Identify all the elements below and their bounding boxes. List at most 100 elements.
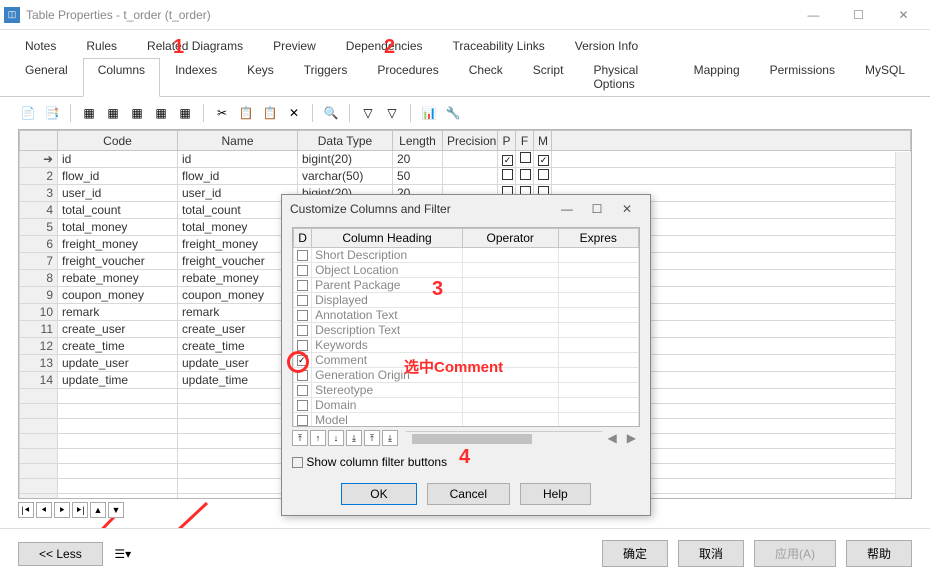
item-checkbox[interactable] xyxy=(297,385,308,396)
tab-procedures[interactable]: Procedures xyxy=(362,58,453,96)
dialog-help-button[interactable]: Help xyxy=(520,483,591,505)
scroll-left-icon[interactable]: ◀ xyxy=(604,431,621,445)
move-bottom-icon[interactable]: ⤓ xyxy=(346,430,362,446)
item-checkbox[interactable] xyxy=(297,325,308,336)
last-icon[interactable]: ⯈| xyxy=(72,502,88,518)
table-icon-5[interactable]: ▦ xyxy=(175,103,195,123)
down-icon[interactable]: ▼ xyxy=(108,502,124,518)
col-header[interactable]: Name xyxy=(178,131,298,151)
tab-version-info[interactable]: Version Info xyxy=(560,34,653,58)
dialog-maximize-icon[interactable]: ☐ xyxy=(582,202,612,216)
dlg-col-header[interactable]: Column Heading xyxy=(312,229,463,248)
list-item[interactable]: Short Description xyxy=(294,248,639,263)
item-checkbox[interactable] xyxy=(297,415,308,426)
col-header[interactable]: Data Type xyxy=(298,131,393,151)
ok-button[interactable]: 确定 xyxy=(602,540,668,567)
insert-icon[interactable]: 📑 xyxy=(42,103,62,123)
prev-icon[interactable]: ⯇ xyxy=(36,502,52,518)
list-item[interactable]: Parent Package xyxy=(294,278,639,293)
table-icon-4[interactable]: ▦ xyxy=(151,103,171,123)
tool-icon[interactable]: 🔧 xyxy=(443,103,463,123)
cut-icon[interactable]: ✂ xyxy=(212,103,232,123)
horizontal-scrollbar[interactable] xyxy=(406,431,602,445)
list-item[interactable]: Domain xyxy=(294,398,639,413)
col-header[interactable]: P xyxy=(498,131,516,151)
col-header[interactable]: Code xyxy=(58,131,178,151)
dialog-ok-button[interactable]: OK xyxy=(341,483,416,505)
item-checkbox[interactable] xyxy=(297,340,308,351)
move-up-icon[interactable]: ↑ xyxy=(310,430,326,446)
col-header[interactable]: Precision xyxy=(443,131,498,151)
show-filter-checkbox[interactable]: Show column filter buttons xyxy=(292,455,447,469)
move-bottom2-icon[interactable]: ⤓ xyxy=(382,430,398,446)
maximize-button[interactable]: ☐ xyxy=(836,0,881,30)
checkbox[interactable] xyxy=(502,155,513,166)
tab-rules[interactable]: Rules xyxy=(71,34,132,58)
item-checkbox[interactable] xyxy=(297,370,308,381)
minimize-button[interactable]: — xyxy=(791,0,836,30)
filter-icon[interactable]: ▽ xyxy=(358,103,378,123)
item-checkbox[interactable] xyxy=(297,265,308,276)
item-checkbox[interactable] xyxy=(297,355,308,366)
tab-notes[interactable]: Notes xyxy=(10,34,71,58)
excel-icon[interactable]: 📊 xyxy=(419,103,439,123)
tab-traceability-links[interactable]: Traceability Links xyxy=(438,34,560,58)
tab-columns[interactable]: Columns xyxy=(83,58,160,97)
item-checkbox[interactable] xyxy=(297,400,308,411)
copy-icon[interactable]: 📋 xyxy=(236,103,256,123)
first-icon[interactable]: |⯇ xyxy=(18,502,34,518)
find-icon[interactable]: 🔍 xyxy=(321,103,341,123)
tab-dependencies[interactable]: Dependencies xyxy=(331,34,438,58)
table-icon-1[interactable]: ▦ xyxy=(79,103,99,123)
close-button[interactable]: ✕ xyxy=(881,0,926,30)
col-header[interactable]: M xyxy=(534,131,552,151)
filter2-icon[interactable]: ▽ xyxy=(382,103,402,123)
scroll-right-icon[interactable]: ▶ xyxy=(623,431,640,445)
table-icon-2[interactable]: ▦ xyxy=(103,103,123,123)
list-item[interactable]: Description Text xyxy=(294,323,639,338)
move-top-icon[interactable]: ⤒ xyxy=(292,430,308,446)
menu-icon[interactable]: ☰▾ xyxy=(113,544,133,564)
table-icon-3[interactable]: ▦ xyxy=(127,103,147,123)
tab-general[interactable]: General xyxy=(10,58,83,96)
delete-icon[interactable]: ✕ xyxy=(284,103,304,123)
checkbox[interactable] xyxy=(538,169,549,180)
column-list[interactable]: DColumn HeadingOperatorExpres Short Desc… xyxy=(292,227,640,427)
list-item[interactable]: Stereotype xyxy=(294,383,639,398)
item-checkbox[interactable] xyxy=(297,310,308,321)
tab-triggers[interactable]: Triggers xyxy=(289,58,363,96)
list-item[interactable]: Keywords xyxy=(294,338,639,353)
item-checkbox[interactable] xyxy=(297,280,308,291)
dialog-minimize-icon[interactable]: — xyxy=(552,202,582,216)
next-icon[interactable]: ⯈ xyxy=(54,502,70,518)
dlg-col-header[interactable]: Operator xyxy=(462,229,558,248)
checkbox[interactable] xyxy=(538,155,549,166)
move-down-icon[interactable]: ↓ xyxy=(328,430,344,446)
tab-related-diagrams[interactable]: Related Diagrams xyxy=(132,34,258,58)
table-row[interactable]: ➜ ididbigint(20)20 xyxy=(20,151,911,168)
table-row[interactable]: 2 flow_idflow_idvarchar(50)50 xyxy=(20,168,911,185)
move-top2-icon[interactable]: ⤒ xyxy=(364,430,380,446)
tab-preview[interactable]: Preview xyxy=(258,34,331,58)
col-header[interactable]: F xyxy=(516,131,534,151)
cancel-button[interactable]: 取消 xyxy=(678,540,744,567)
list-item[interactable]: Model xyxy=(294,413,639,428)
checkbox[interactable] xyxy=(502,169,513,180)
list-item[interactable]: Displayed xyxy=(294,293,639,308)
tab-mapping[interactable]: Mapping xyxy=(679,58,755,96)
list-item[interactable]: Comment xyxy=(294,353,639,368)
list-item[interactable]: Generation Origin xyxy=(294,368,639,383)
dialog-close-icon[interactable]: ✕ xyxy=(612,202,642,216)
tab-indexes[interactable]: Indexes xyxy=(160,58,232,96)
list-item[interactable]: Object Location xyxy=(294,263,639,278)
dlg-col-header[interactable]: D xyxy=(294,229,312,248)
item-checkbox[interactable] xyxy=(297,295,308,306)
paste-icon[interactable]: 📋 xyxy=(260,103,280,123)
checkbox[interactable] xyxy=(520,169,531,180)
dialog-cancel-button[interactable]: Cancel xyxy=(427,483,510,505)
tab-script[interactable]: Script xyxy=(518,58,579,96)
tab-permissions[interactable]: Permissions xyxy=(755,58,850,96)
col-header[interactable]: Length xyxy=(393,131,443,151)
tab-physical-options[interactable]: Physical Options xyxy=(578,58,678,96)
list-item[interactable]: Annotation Text xyxy=(294,308,639,323)
